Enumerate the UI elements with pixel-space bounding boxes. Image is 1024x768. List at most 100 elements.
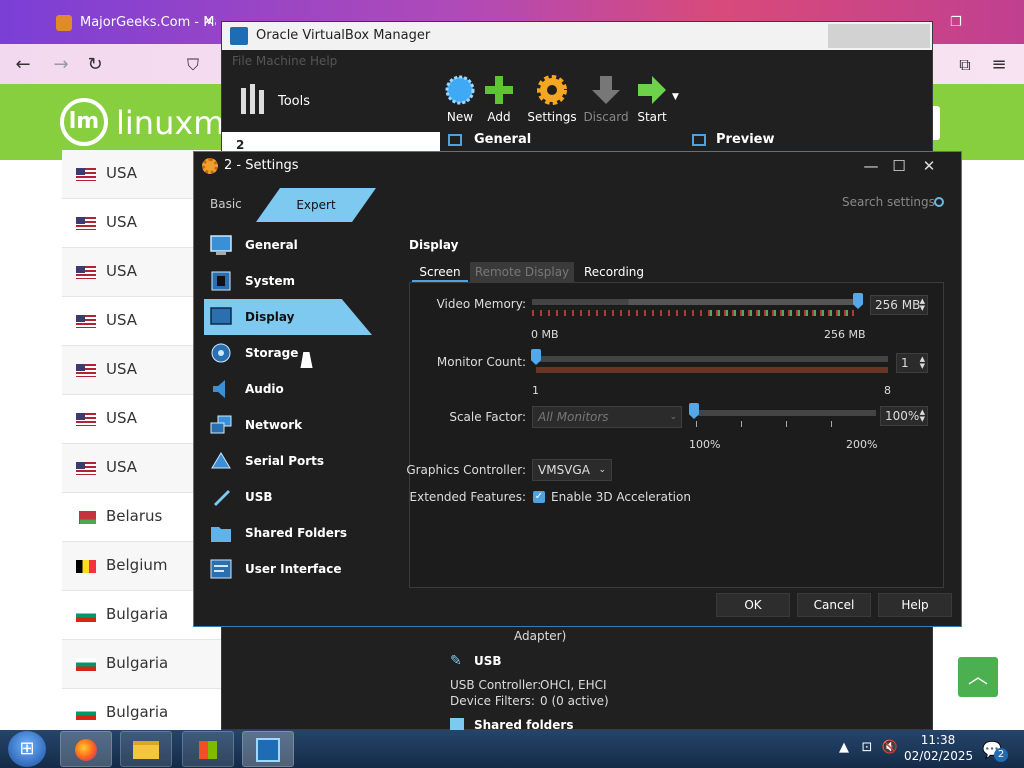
maximize-icon[interactable]: ☐	[884, 154, 914, 178]
spin-arrows-icon[interactable]: ▲ ▼	[920, 298, 925, 312]
help-button[interactable]: Help	[878, 593, 952, 617]
reload-icon[interactable]: ↻	[84, 54, 106, 76]
ok-button[interactable]: OK	[716, 593, 790, 617]
store-taskbar-button[interactable]	[182, 731, 234, 767]
nav-general[interactable]: General	[204, 227, 372, 263]
close-button[interactable]	[896, 24, 930, 48]
minimize-button[interactable]	[828, 24, 862, 48]
monitor-count-min: 1	[532, 384, 539, 397]
browser-tab[interactable]: MajorGeeks.Com - Ma	[46, 4, 216, 42]
monitor-count-max: 8	[884, 384, 891, 397]
firefox-icon	[75, 739, 97, 761]
settings-dialog: 2 - Settings — ☐ ✕ Basic Expert Search s…	[193, 151, 962, 627]
tab-remote-display[interactable]: Remote Display	[470, 262, 574, 282]
video-memory-max: 256 MB	[824, 328, 866, 341]
tools-icon	[241, 84, 264, 114]
device-filters-label: Device Filters:	[450, 694, 535, 708]
back-icon[interactable]: ←	[12, 54, 34, 76]
scale-monitors-combo[interactable]: All Monitors ⌄	[532, 406, 682, 428]
close-icon[interactable]: ✕	[914, 154, 944, 178]
nav-shared-folders[interactable]: Shared Folders	[204, 515, 372, 551]
start-dropdown-arrow-icon[interactable]: ▼	[672, 92, 679, 102]
forward-icon[interactable]: →	[50, 54, 72, 76]
explorer-taskbar-button[interactable]	[120, 731, 172, 767]
expert-mode-tab[interactable]: Expert	[256, 188, 376, 222]
country-name: USA	[106, 262, 138, 280]
basic-mode-tab[interactable]: Basic	[210, 197, 242, 211]
virtualbox-taskbar-button[interactable]	[242, 731, 294, 767]
scale-factor-max: 200%	[846, 438, 878, 451]
enable-3d-label[interactable]: Enable 3D Acceleration	[551, 490, 691, 504]
tab-recording[interactable]: Recording	[578, 262, 650, 282]
nav-label: Display	[245, 310, 295, 324]
discard-button[interactable]: Discard	[580, 74, 632, 124]
nav-storage[interactable]: Storage	[204, 335, 372, 371]
start-menu-button[interactable]: ⊞	[8, 731, 46, 767]
video-memory-spinbox[interactable]: 256 MB ▲ ▼	[870, 295, 928, 315]
search-icon[interactable]	[934, 197, 944, 207]
monitor-count-spinbox[interactable]: 1 ▲ ▼	[896, 353, 928, 373]
spin-arrows-icon[interactable]: ▲ ▼	[920, 409, 925, 423]
system-clock[interactable]: 11:38 02/02/2025	[904, 732, 974, 764]
settings-button[interactable]: Settings	[526, 74, 578, 124]
nav-serial-ports[interactable]: Serial Ports	[204, 443, 372, 479]
country-name: USA	[106, 458, 138, 476]
nav-usb[interactable]: USB	[204, 479, 372, 515]
show-hidden-icons-icon[interactable]: ▲	[834, 740, 854, 755]
nav-user-interface[interactable]: User Interface	[204, 551, 372, 587]
shield-icon[interactable]: ⛉	[182, 54, 204, 76]
monitor-count-value: 1	[901, 356, 909, 370]
scale-factor-value: 100%	[885, 409, 920, 423]
spin-arrows-icon[interactable]: ▲ ▼	[920, 356, 925, 370]
add-button[interactable]: Add	[473, 74, 525, 124]
menu-icon[interactable]: ≡	[988, 54, 1010, 76]
vm-name: 2	[236, 138, 245, 152]
video-memory-min: 0 MB	[531, 328, 559, 341]
nav-label: Shared Folders	[245, 526, 347, 540]
extensions-icon[interactable]: ⧉	[954, 54, 976, 76]
tools-button[interactable]: Tools	[238, 84, 418, 128]
site-logo-text: linuxm	[116, 104, 225, 142]
vbox-menu-bar[interactable]: File Machine Help	[222, 50, 932, 72]
display-icon	[210, 307, 232, 325]
nav-network[interactable]: Network	[204, 407, 372, 443]
start-button[interactable]: Start	[626, 74, 678, 124]
nav-display[interactable]: Display	[204, 299, 372, 335]
shared-folders-detail-icon	[450, 718, 464, 730]
nav-label: Audio	[245, 382, 284, 396]
enable-3d-checkbox[interactable]: ✓	[533, 491, 545, 503]
monitor-count-slider-handle[interactable]	[531, 349, 541, 365]
vm-details-usb: Adapter) ✎ USB USB Controller: OHCI, EHC…	[448, 622, 928, 732]
network-tray-icon[interactable]: ⊡	[857, 740, 877, 755]
restore-window-icon[interactable]: ❐	[950, 4, 980, 42]
country-name: Belarus	[106, 507, 163, 525]
cancel-button[interactable]: Cancel	[797, 593, 871, 617]
nav-audio[interactable]: Audio	[204, 371, 372, 407]
new-icon	[445, 75, 475, 105]
scale-factor-min: 100%	[689, 438, 721, 451]
minimize-icon[interactable]: —	[856, 154, 886, 178]
mode-switch: Basic Expert	[204, 188, 376, 222]
firefox-taskbar-button[interactable]	[60, 731, 112, 767]
scale-factor-label: Scale Factor:	[449, 410, 526, 424]
volume-muted-icon[interactable]: 🔇	[880, 740, 900, 755]
close-tab-icon[interactable]: ✕	[203, 14, 214, 29]
chevron-down-icon: ⌄	[598, 465, 606, 475]
scale-factor-spinbox[interactable]: 100% ▲ ▼	[880, 406, 928, 426]
scale-factor-slider-handle[interactable]	[689, 403, 699, 419]
settings-title-bar: 2 - Settings — ☐ ✕	[194, 152, 961, 180]
graphics-controller-combo[interactable]: VMSVGA ⌄	[532, 459, 612, 481]
tab-screen[interactable]: Screen	[412, 262, 468, 282]
extended-features-label: Extended Features:	[409, 490, 526, 504]
scroll-to-top-button[interactable]: ︿	[958, 657, 998, 697]
preview-icon	[692, 134, 706, 146]
maximize-button[interactable]	[862, 24, 896, 48]
scale-factor-track	[694, 410, 876, 416]
search-settings-input[interactable]: Search settings	[842, 195, 935, 209]
nav-system[interactable]: System	[204, 263, 372, 299]
general-detail-icon	[448, 134, 462, 146]
video-memory-slider-handle[interactable]	[853, 293, 863, 309]
belgium-flag-icon	[76, 560, 96, 573]
virtualbox-icon	[256, 738, 280, 762]
clock-date: 02/02/2025	[904, 749, 974, 763]
